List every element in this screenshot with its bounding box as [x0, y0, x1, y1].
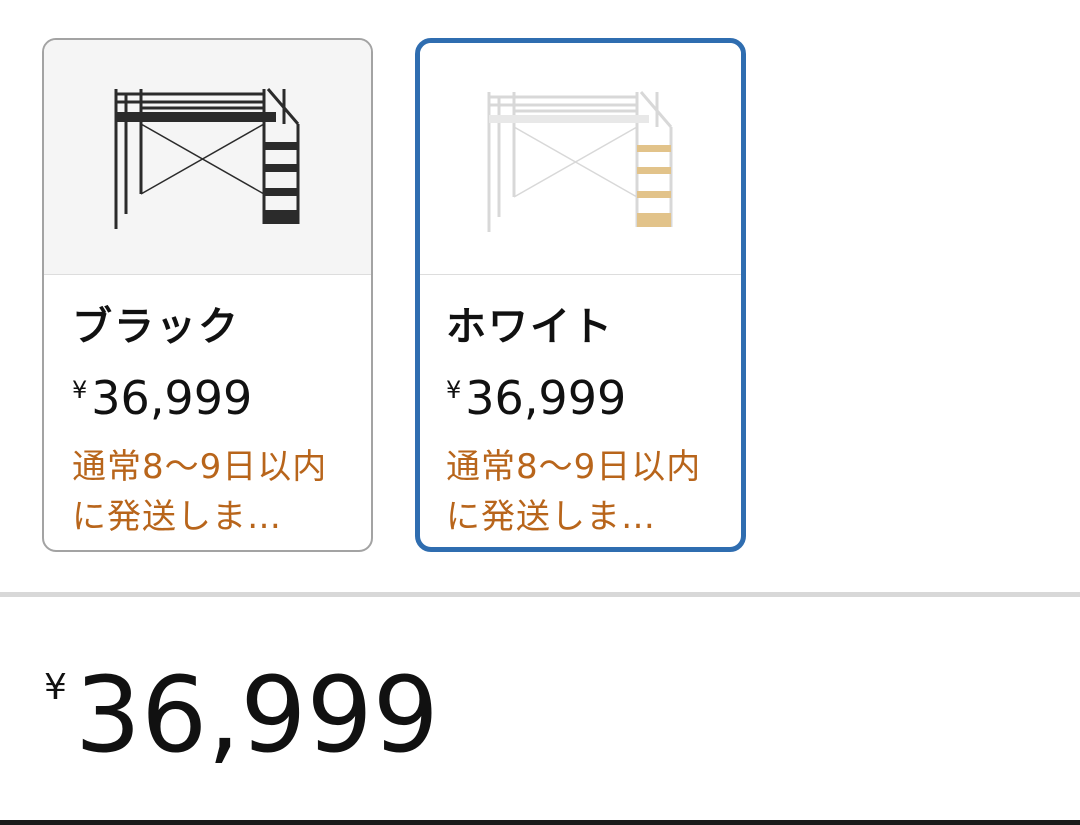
- variant-image-white: [420, 43, 741, 275]
- currency-symbol: ¥: [446, 376, 462, 404]
- variant-delivery-text: 通常8〜9日以内に発送しま…: [446, 447, 702, 537]
- loft-bed-white-image: [487, 91, 672, 232]
- variant-name: ブラック: [72, 304, 240, 350]
- product-variant-screen: ブラック ¥36,999 通常8〜9日以内に発送しま… ホワイト ¥36,999…: [0, 0, 1080, 825]
- variant-price-amount: 36,999: [91, 371, 253, 425]
- main-price-amount: 36,999: [74, 654, 439, 776]
- variant-delivery-text: 通常8〜9日以内に発送しま…: [72, 447, 328, 537]
- variant-image-black: [44, 40, 371, 275]
- variant-details-black: ブラック ¥36,999 通常8〜9日以内に発送しま…: [44, 275, 371, 542]
- variant-price: ¥36,999: [72, 365, 371, 434]
- main-price-currency: ¥: [44, 667, 67, 708]
- main-price: ¥36,999: [44, 660, 439, 770]
- variant-card-white[interactable]: ホワイト ¥36,999 通常8〜9日以内に発送しま…: [415, 38, 746, 552]
- loft-bed-black-image: [114, 88, 299, 229]
- variant-details-white: ホワイト ¥36,999 通常8〜9日以内に発送しま…: [420, 275, 741, 542]
- currency-symbol: ¥: [72, 376, 88, 404]
- variant-name: ホワイト: [446, 304, 614, 350]
- variant-price-amount: 36,999: [465, 371, 627, 425]
- section-divider: [0, 592, 1080, 597]
- variant-price: ¥36,999: [446, 365, 741, 434]
- bottom-divider: [0, 820, 1080, 825]
- variant-card-black[interactable]: ブラック ¥36,999 通常8〜9日以内に発送しま…: [42, 38, 373, 552]
